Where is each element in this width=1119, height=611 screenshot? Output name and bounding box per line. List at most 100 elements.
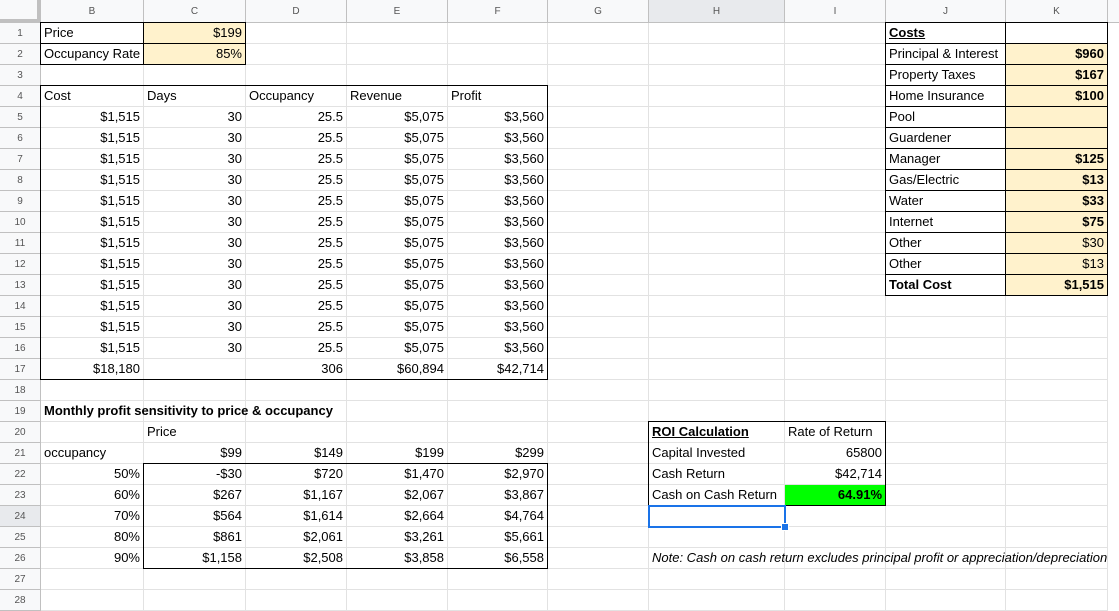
- sensitivity-profit-cell[interactable]: $6,558: [448, 548, 548, 569]
- sensitivity-occupancy-value[interactable]: 60%: [41, 485, 144, 506]
- row-header-17[interactable]: 17: [0, 359, 41, 380]
- cell-h11[interactable]: [649, 233, 785, 254]
- total-cost-value[interactable]: $1,515: [1006, 275, 1108, 296]
- occupancy-rate-label[interactable]: Occupancy Rate: [41, 44, 144, 65]
- cell-i24[interactable]: [785, 506, 886, 527]
- monthly-occupancy-cell[interactable]: 25.5: [246, 170, 347, 191]
- cell-h13[interactable]: [649, 275, 785, 296]
- cell-g3[interactable]: [548, 65, 649, 86]
- column-header-l[interactable]: [1108, 0, 1119, 23]
- sensitivity-occupancy-value[interactable]: 50%: [41, 464, 144, 485]
- monthly-header-revenue[interactable]: Revenue: [347, 86, 448, 107]
- monthly-cost-cell[interactable]: $1,515: [41, 212, 144, 233]
- cell-g20[interactable]: [548, 422, 649, 443]
- monthly-days-cell[interactable]: 30: [144, 128, 246, 149]
- cell-h7[interactable]: [649, 149, 785, 170]
- cost-item-label[interactable]: Other: [886, 233, 1006, 254]
- row-header-24[interactable]: 24: [0, 506, 41, 527]
- monthly-revenue-cell[interactable]: $5,075: [347, 254, 448, 275]
- cell-j28[interactable]: [886, 590, 1006, 611]
- row-header-21[interactable]: 21: [0, 443, 41, 464]
- monthly-profit-cell[interactable]: $3,560: [448, 296, 548, 317]
- monthly-profit-cell[interactable]: $3,560: [448, 107, 548, 128]
- monthly-profit-cell[interactable]: $3,560: [448, 212, 548, 233]
- cell-e1[interactable]: [347, 23, 448, 44]
- row-header-4[interactable]: 4: [0, 86, 41, 107]
- cost-item-label[interactable]: Gas/Electric: [886, 170, 1006, 191]
- row-header-6[interactable]: 6: [0, 128, 41, 149]
- cell-b3[interactable]: [41, 65, 144, 86]
- monthly-revenue-cell[interactable]: $5,075: [347, 107, 448, 128]
- monthly-days-cell[interactable]: 30: [144, 107, 246, 128]
- monthly-total-days[interactable]: [144, 359, 246, 380]
- sensitivity-occupancy-value[interactable]: 90%: [41, 548, 144, 569]
- cost-item-label[interactable]: Home Insurance: [886, 86, 1006, 107]
- cost-item-value[interactable]: [1006, 128, 1108, 149]
- cell-i12[interactable]: [785, 254, 886, 275]
- cell-h2[interactable]: [649, 44, 785, 65]
- cell-h10[interactable]: [649, 212, 785, 233]
- cell-g18[interactable]: [548, 380, 649, 401]
- monthly-occupancy-cell[interactable]: 25.5: [246, 212, 347, 233]
- cell-f3[interactable]: [448, 65, 548, 86]
- cell-h1[interactable]: [649, 23, 785, 44]
- monthly-revenue-cell[interactable]: $5,075: [347, 296, 448, 317]
- sensitivity-price-header[interactable]: $99: [144, 443, 246, 464]
- sensitivity-title[interactable]: Monthly profit sensitivity to price & oc…: [41, 401, 641, 422]
- monthly-revenue-cell[interactable]: $5,075: [347, 149, 448, 170]
- monthly-occupancy-cell[interactable]: 25.5: [246, 254, 347, 275]
- cell-c18[interactable]: [144, 380, 246, 401]
- monthly-cost-cell[interactable]: $1,515: [41, 107, 144, 128]
- cell-d20[interactable]: [246, 422, 347, 443]
- cell-j27[interactable]: [886, 569, 1006, 590]
- cell-c3[interactable]: [144, 65, 246, 86]
- roi-note[interactable]: Note: Cash on cash return excludes princ…: [649, 548, 1119, 569]
- monthly-days-cell[interactable]: 30: [144, 296, 246, 317]
- sensitivity-profit-cell[interactable]: $4,764: [448, 506, 548, 527]
- cost-item-value[interactable]: [1006, 107, 1108, 128]
- monthly-days-cell[interactable]: 30: [144, 254, 246, 275]
- row-header-12[interactable]: 12: [0, 254, 41, 275]
- row-header-28[interactable]: 28: [0, 590, 41, 611]
- cell-i5[interactable]: [785, 107, 886, 128]
- sensitivity-profit-cell[interactable]: $2,970: [448, 464, 548, 485]
- monthly-total-profit[interactable]: $42,714: [448, 359, 548, 380]
- cell-h5[interactable]: [649, 107, 785, 128]
- sensitivity-profit-cell[interactable]: $1,158: [144, 548, 246, 569]
- monthly-profit-cell[interactable]: $3,560: [448, 338, 548, 359]
- row-header-13[interactable]: 13: [0, 275, 41, 296]
- cost-item-value[interactable]: $960: [1006, 44, 1108, 65]
- monthly-occupancy-cell[interactable]: 25.5: [246, 338, 347, 359]
- sensitivity-profit-cell[interactable]: $1,470: [347, 464, 448, 485]
- monthly-profit-cell[interactable]: $3,560: [448, 317, 548, 338]
- cell-j24[interactable]: [886, 506, 1006, 527]
- row-header-8[interactable]: 8: [0, 170, 41, 191]
- sensitivity-profit-cell[interactable]: $2,664: [347, 506, 448, 527]
- row-header-1[interactable]: 1: [0, 23, 41, 44]
- column-header-k[interactable]: K: [1006, 0, 1108, 23]
- monthly-days-cell[interactable]: 30: [144, 275, 246, 296]
- cash-on-cash-label[interactable]: Cash on Cash Return: [649, 485, 785, 506]
- row-header-18[interactable]: 18: [0, 380, 41, 401]
- fill-handle[interactable]: [781, 523, 789, 531]
- cell-d18[interactable]: [246, 380, 347, 401]
- cash-on-cash-value[interactable]: 64.91%: [785, 485, 886, 506]
- cell-j23[interactable]: [886, 485, 1006, 506]
- cell-g15[interactable]: [548, 317, 649, 338]
- cell-e3[interactable]: [347, 65, 448, 86]
- monthly-cost-cell[interactable]: $1,515: [41, 296, 144, 317]
- column-header-f[interactable]: F: [448, 0, 548, 23]
- row-header-5[interactable]: 5: [0, 107, 41, 128]
- costs-title[interactable]: Costs: [886, 23, 1006, 44]
- cell-j14[interactable]: [886, 296, 1006, 317]
- cost-item-value[interactable]: $13: [1006, 254, 1108, 275]
- row-header-15[interactable]: 15: [0, 317, 41, 338]
- roi-title[interactable]: ROI Calculation: [649, 422, 785, 443]
- cell-i13[interactable]: [785, 275, 886, 296]
- cell-d28[interactable]: [246, 590, 347, 611]
- cell-g4[interactable]: [548, 86, 649, 107]
- monthly-profit-cell[interactable]: $3,560: [448, 254, 548, 275]
- cell-g8[interactable]: [548, 170, 649, 191]
- cell-i19[interactable]: [785, 401, 886, 422]
- cell-d3[interactable]: [246, 65, 347, 86]
